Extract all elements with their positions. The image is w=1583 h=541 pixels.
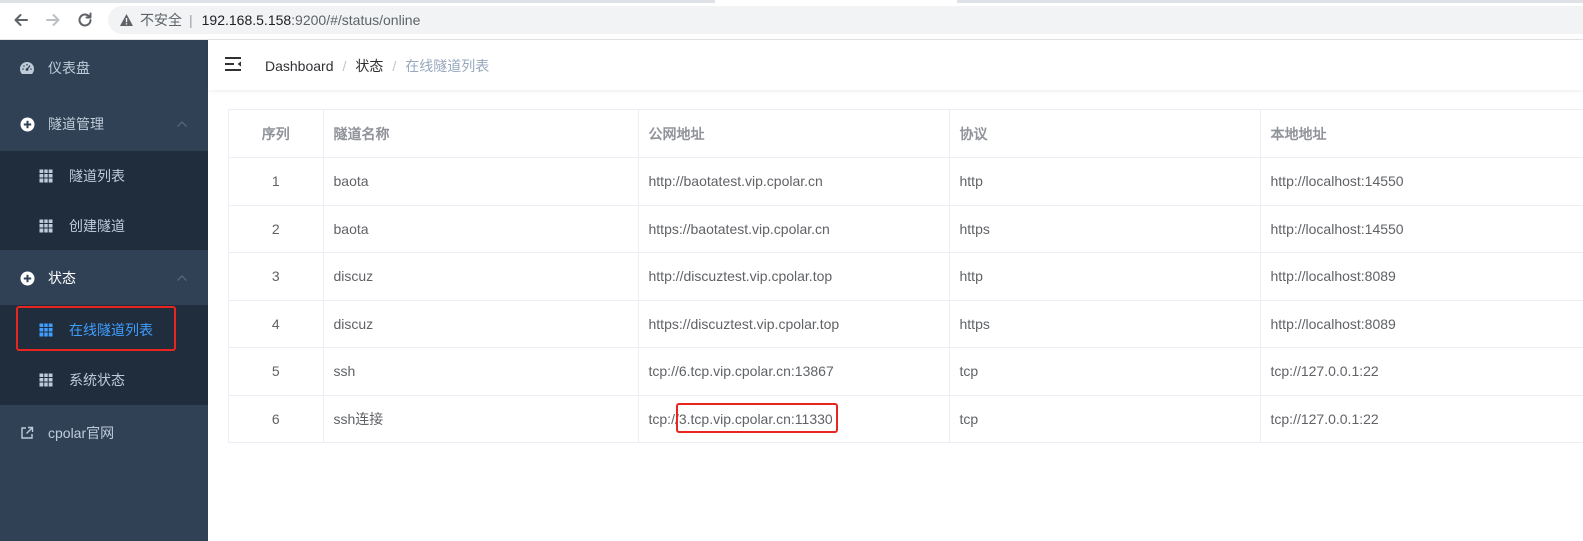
breadcrumb: Dashboard / 状态 / 在线隧道列表 [265, 56, 489, 76]
arrow-left-icon [14, 14, 28, 26]
reload-button[interactable] [75, 10, 95, 30]
forward-button[interactable] [43, 10, 63, 30]
cell-protocol: https [949, 205, 1261, 253]
grid-icon [39, 219, 53, 233]
cell-public-url: tcp://3.tcp.vip.cpolar.cn:11330 [638, 395, 950, 443]
plus-circle-icon [19, 116, 35, 132]
sidebar-item-tunnel-management[interactable]: 隧道管理 [0, 96, 208, 152]
omnibox-separator: | [189, 12, 193, 28]
cell-index: 6 [229, 395, 324, 443]
cell-name: discuz [323, 300, 639, 348]
grid-icon [39, 373, 53, 387]
hamburger-icon[interactable] [224, 56, 242, 72]
tab-strip-edge [957, 0, 1583, 3]
table-row: 6 ssh连接 tcp://3.tcp.vip.cpolar.cn:11330 … [229, 395, 1583, 443]
table-row: 2 baota https://baotatest.vip.cpolar.cn … [229, 205, 1583, 253]
sidebar-item-create-tunnel[interactable]: 创建隧道 [0, 201, 208, 251]
browser-toolbar: 不安全 | 192.168.5.158 :9200/#/status/onlin… [0, 0, 1583, 40]
column-header-public-url: 公网地址 [638, 110, 950, 158]
address-bar[interactable]: 不安全 | 192.168.5.158 :9200/#/status/onlin… [108, 6, 1583, 34]
cell-index: 3 [229, 252, 324, 301]
cell-local-address: http://localhost:8089 [1260, 300, 1583, 348]
cell-local-address: http://localhost:8089 [1260, 252, 1583, 301]
cell-public-url: https://discuztest.vip.cpolar.top [638, 300, 950, 348]
sidebar: 仪表盘 隧道管理 隧道列表 创建隧道 状态 在线隧道列表 系统状态 cpolar… [0, 40, 208, 541]
tab-strip-edge [0, 0, 715, 3]
sidebar-item-label: 在线隧道列表 [69, 322, 153, 338]
cell-protocol: tcp [949, 395, 1261, 443]
cell-local-address: http://localhost:14550 [1260, 157, 1583, 206]
grid-icon [39, 323, 53, 337]
grid-icon [39, 169, 53, 183]
cell-local-address: tcp://127.0.0.1:22 [1260, 395, 1583, 443]
cell-protocol: tcp [949, 347, 1261, 396]
breadcrumb-status[interactable]: 状态 [355, 56, 383, 76]
column-header-protocol: 协议 [949, 110, 1261, 158]
breadcrumb-current: 在线隧道列表 [405, 58, 490, 74]
column-header-name: 隧道名称 [323, 110, 639, 158]
sidebar-item-system-status[interactable]: 系统状态 [0, 355, 208, 405]
sidebar-item-cpolar-website[interactable]: cpolar官网 [0, 405, 208, 461]
breadcrumb-dashboard[interactable]: Dashboard [265, 58, 334, 74]
cell-index: 2 [229, 205, 324, 253]
cell-name: baota [323, 157, 639, 206]
sidebar-item-label: 仪表盘 [48, 60, 90, 76]
tunnel-submenu: 隧道列表 创建隧道 [0, 151, 208, 250]
sidebar-item-label: 隧道管理 [48, 116, 104, 132]
breadcrumb-separator: / [392, 58, 397, 74]
url-host: 192.168.5.158 [201, 12, 292, 28]
external-link-icon [19, 425, 35, 441]
breadcrumb-separator: / [342, 58, 347, 74]
cell-name: ssh [323, 347, 639, 396]
cell-name: baota [323, 205, 639, 253]
plus-circle-icon [19, 270, 35, 286]
column-header-local-address: 本地地址 [1260, 110, 1583, 158]
cell-public-url: tcp://6.tcp.vip.cpolar.cn:13867 [638, 347, 950, 396]
cell-public-url: http://baotatest.vip.cpolar.cn [638, 157, 950, 206]
sidebar-item-online-tunnels[interactable]: 在线隧道列表 [0, 305, 208, 355]
reload-icon [78, 12, 92, 27]
table-row: 4 discuz https://discuztest.vip.cpolar.t… [229, 300, 1583, 348]
cell-index: 1 [229, 157, 324, 206]
tunnel-table: 序列 隧道名称 公网地址 协议 本地地址 1 baota http://baot… [228, 109, 1583, 443]
cell-protocol: http [949, 157, 1261, 206]
cell-index: 5 [229, 347, 324, 396]
cell-name: discuz [323, 252, 639, 301]
sidebar-item-dashboard[interactable]: 仪表盘 [0, 40, 208, 96]
cell-protocol: http [949, 252, 1261, 301]
insecure-label: 不安全 [140, 12, 182, 28]
cell-protocol: https [949, 300, 1261, 348]
column-header-index: 序列 [229, 110, 324, 158]
cell-public-url: http://discuztest.vip.cpolar.top [638, 252, 950, 301]
cell-name: ssh连接 [323, 395, 639, 443]
cell-public-url: https://baotatest.vip.cpolar.cn [638, 205, 950, 253]
sidebar-item-tunnel-list[interactable]: 隧道列表 [0, 151, 208, 201]
sidebar-item-label: 系统状态 [69, 372, 125, 388]
table-row: 1 baota http://baotatest.vip.cpolar.cn h… [229, 157, 1583, 206]
table-row: 5 ssh tcp://6.tcp.vip.cpolar.cn:13867 tc… [229, 347, 1583, 396]
warning-icon [118, 12, 134, 28]
table-row: 3 discuz http://discuztest.vip.cpolar.to… [229, 252, 1583, 301]
sidebar-item-label: 隧道列表 [69, 168, 125, 184]
table-header-row: 序列 隧道名称 公网地址 协议 本地地址 [229, 110, 1583, 158]
navbar: Dashboard / 状态 / 在线隧道列表 [208, 40, 1583, 90]
sidebar-item-label: cpolar官网 [48, 425, 115, 441]
back-button[interactable] [11, 10, 31, 30]
chevron-up-icon [176, 118, 188, 130]
chevron-up-icon [176, 272, 188, 284]
sidebar-item-label: 创建隧道 [69, 218, 125, 234]
url-path: :9200/#/status/online [291, 12, 421, 28]
arrow-right-icon [46, 14, 60, 26]
cell-local-address: tcp://127.0.0.1:22 [1260, 347, 1583, 396]
status-submenu: 在线隧道列表 系统状态 [0, 305, 208, 405]
sidebar-item-label: 状态 [48, 270, 76, 286]
dashboard-icon [19, 60, 35, 76]
sidebar-item-status[interactable]: 状态 [0, 250, 208, 306]
cell-local-address: http://localhost:14550 [1260, 205, 1583, 253]
cell-index: 4 [229, 300, 324, 348]
